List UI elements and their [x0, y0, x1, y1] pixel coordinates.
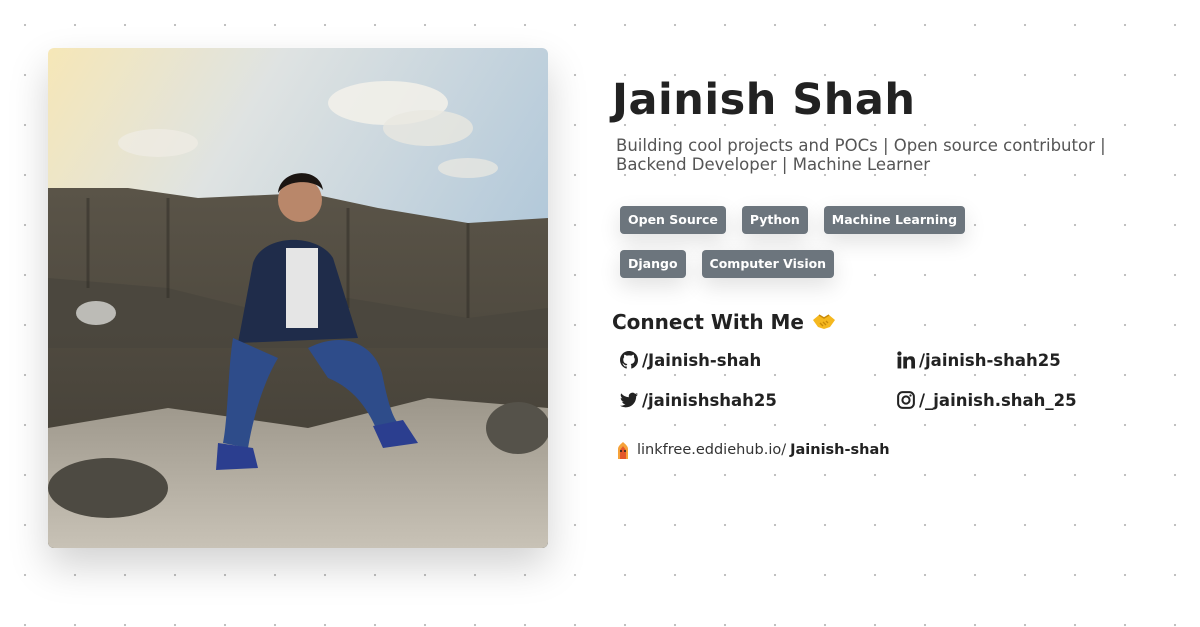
profile-content: Jainish Shah Building cool projects and …	[612, 72, 1172, 460]
social-links: /Jainish-shah /jainish-shah25 /jainishsh…	[620, 350, 1172, 410]
tag-python[interactable]: Python	[741, 206, 808, 234]
twitter-handle: /jainishshah25	[642, 390, 777, 410]
twitter-link[interactable]: /jainishshah25	[620, 390, 897, 410]
github-icon	[620, 351, 638, 369]
tag-list: Open Source Python Machine Learning Djan…	[620, 206, 1020, 294]
linkfree-handle: Jainish-shah	[790, 442, 890, 458]
instagram-handle: /_jainish.shah_25	[919, 390, 1077, 410]
handshake-icon	[812, 312, 836, 332]
tag-open-source[interactable]: Open Source	[620, 206, 726, 234]
linkfree-icon	[618, 442, 628, 459]
tag-django[interactable]: Django	[620, 250, 686, 278]
linkfree-link[interactable]: linkfree.eddiehub.io/ Jainish-shah	[614, 440, 1172, 460]
github-link[interactable]: /Jainish-shah	[620, 350, 897, 370]
connect-heading: Connect With Me	[612, 310, 1172, 334]
tag-computer-vision[interactable]: Computer Vision	[701, 250, 835, 278]
linkfree-prefix: linkfree.eddiehub.io/	[637, 442, 787, 458]
profile-name: Jainish Shah	[612, 75, 916, 125]
linkedin-icon	[897, 351, 915, 369]
linkedin-handle: /jainish-shah25	[919, 350, 1061, 370]
connect-heading-text: Connect With Me	[612, 310, 804, 334]
profile-bio: Building cool projects and POCs | Open s…	[616, 136, 1106, 174]
tag-machine-learning[interactable]: Machine Learning	[823, 206, 966, 234]
github-handle: /Jainish-shah	[642, 350, 762, 370]
instagram-link[interactable]: /_jainish.shah_25	[897, 390, 1157, 410]
twitter-icon	[620, 392, 638, 408]
linkedin-link[interactable]: /jainish-shah25	[897, 350, 1157, 370]
profile-photo	[48, 48, 548, 548]
instagram-icon	[897, 391, 915, 409]
